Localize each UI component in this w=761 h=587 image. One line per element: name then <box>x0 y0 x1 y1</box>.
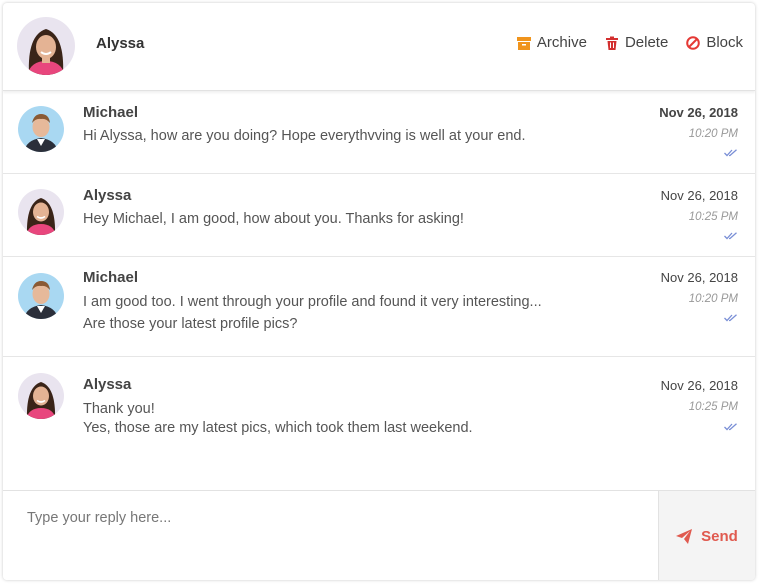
sender-avatar <box>18 189 64 235</box>
message-text: Thank you! Yes, those are my latest pics… <box>83 400 603 438</box>
delete-label: Delete <box>624 34 669 51</box>
archive-button[interactable]: Archive <box>516 34 587 51</box>
reply-input[interactable] <box>3 491 658 580</box>
reply-composer: Send <box>3 490 755 580</box>
message-item[interactable]: Alyssa Thank you! Yes, those are my late… <box>3 357 755 489</box>
contact-name: Alyssa <box>96 35 145 52</box>
archive-label: Archive <box>536 34 587 51</box>
message-line: Are those your latest profile pics? <box>83 316 298 332</box>
message-date: Nov 26, 2018 <box>660 270 738 285</box>
message-line: Hey Michael, I am good, how about you. T… <box>83 211 464 227</box>
message-item[interactable]: Michael Hi Alyssa, how are you doing? Ho… <box>3 91 755 174</box>
contact-avatar[interactable] <box>17 17 75 75</box>
paper-plane-icon <box>676 528 693 544</box>
chat-window: Alyssa Archive Delete Block Michael Hi A… <box>3 3 755 580</box>
send-button[interactable]: Send <box>658 491 755 580</box>
archive-icon <box>516 36 531 50</box>
message-time: 10:20 PM <box>688 128 738 140</box>
block-label: Block <box>706 34 743 51</box>
sender-name: Alyssa <box>83 376 132 393</box>
message-date: Nov 26, 2018 <box>660 188 738 203</box>
sender-avatar <box>18 373 64 419</box>
delete-button[interactable]: Delete <box>605 34 668 51</box>
read-check-icon <box>724 149 738 157</box>
sender-name: Michael <box>83 269 139 286</box>
read-check-icon <box>724 314 738 322</box>
sender-avatar <box>18 273 64 319</box>
send-label: Send <box>701 527 738 545</box>
message-line: Yes, those are my latest pics, which too… <box>83 420 473 436</box>
message-line: I am good too. I went through your profi… <box>83 294 542 310</box>
message-item[interactable]: Michael I am good too. I went through yo… <box>3 257 755 357</box>
block-icon <box>686 35 701 50</box>
message-time: 10:25 PM <box>688 211 738 223</box>
block-button[interactable]: Block <box>686 34 743 51</box>
message-line: Hi Alyssa, how are you doing? Hope every… <box>83 128 526 144</box>
message-item[interactable]: Alyssa Hey Michael, I am good, how about… <box>3 174 755 257</box>
chat-header: Alyssa Archive Delete Block <box>3 3 755 91</box>
message-date: Nov 26, 2018 <box>659 105 738 120</box>
trash-icon <box>605 36 619 50</box>
message-text: Hey Michael, I am good, how about you. T… <box>83 210 603 229</box>
read-check-icon <box>724 423 738 431</box>
message-time: 10:20 PM <box>688 293 738 305</box>
message-text: Hi Alyssa, how are you doing? Hope every… <box>83 127 603 146</box>
message-date: Nov 26, 2018 <box>660 378 738 393</box>
sender-avatar <box>18 106 64 152</box>
sender-name: Michael <box>83 104 139 121</box>
message-text: I am good too. I went through your profi… <box>83 291 603 335</box>
sender-name: Alyssa <box>83 187 132 204</box>
message-time: 10:25 PM <box>688 401 738 413</box>
header-actions: Archive Delete Block <box>499 34 743 51</box>
message-line: Thank you! <box>83 401 155 417</box>
read-check-icon <box>724 232 738 240</box>
